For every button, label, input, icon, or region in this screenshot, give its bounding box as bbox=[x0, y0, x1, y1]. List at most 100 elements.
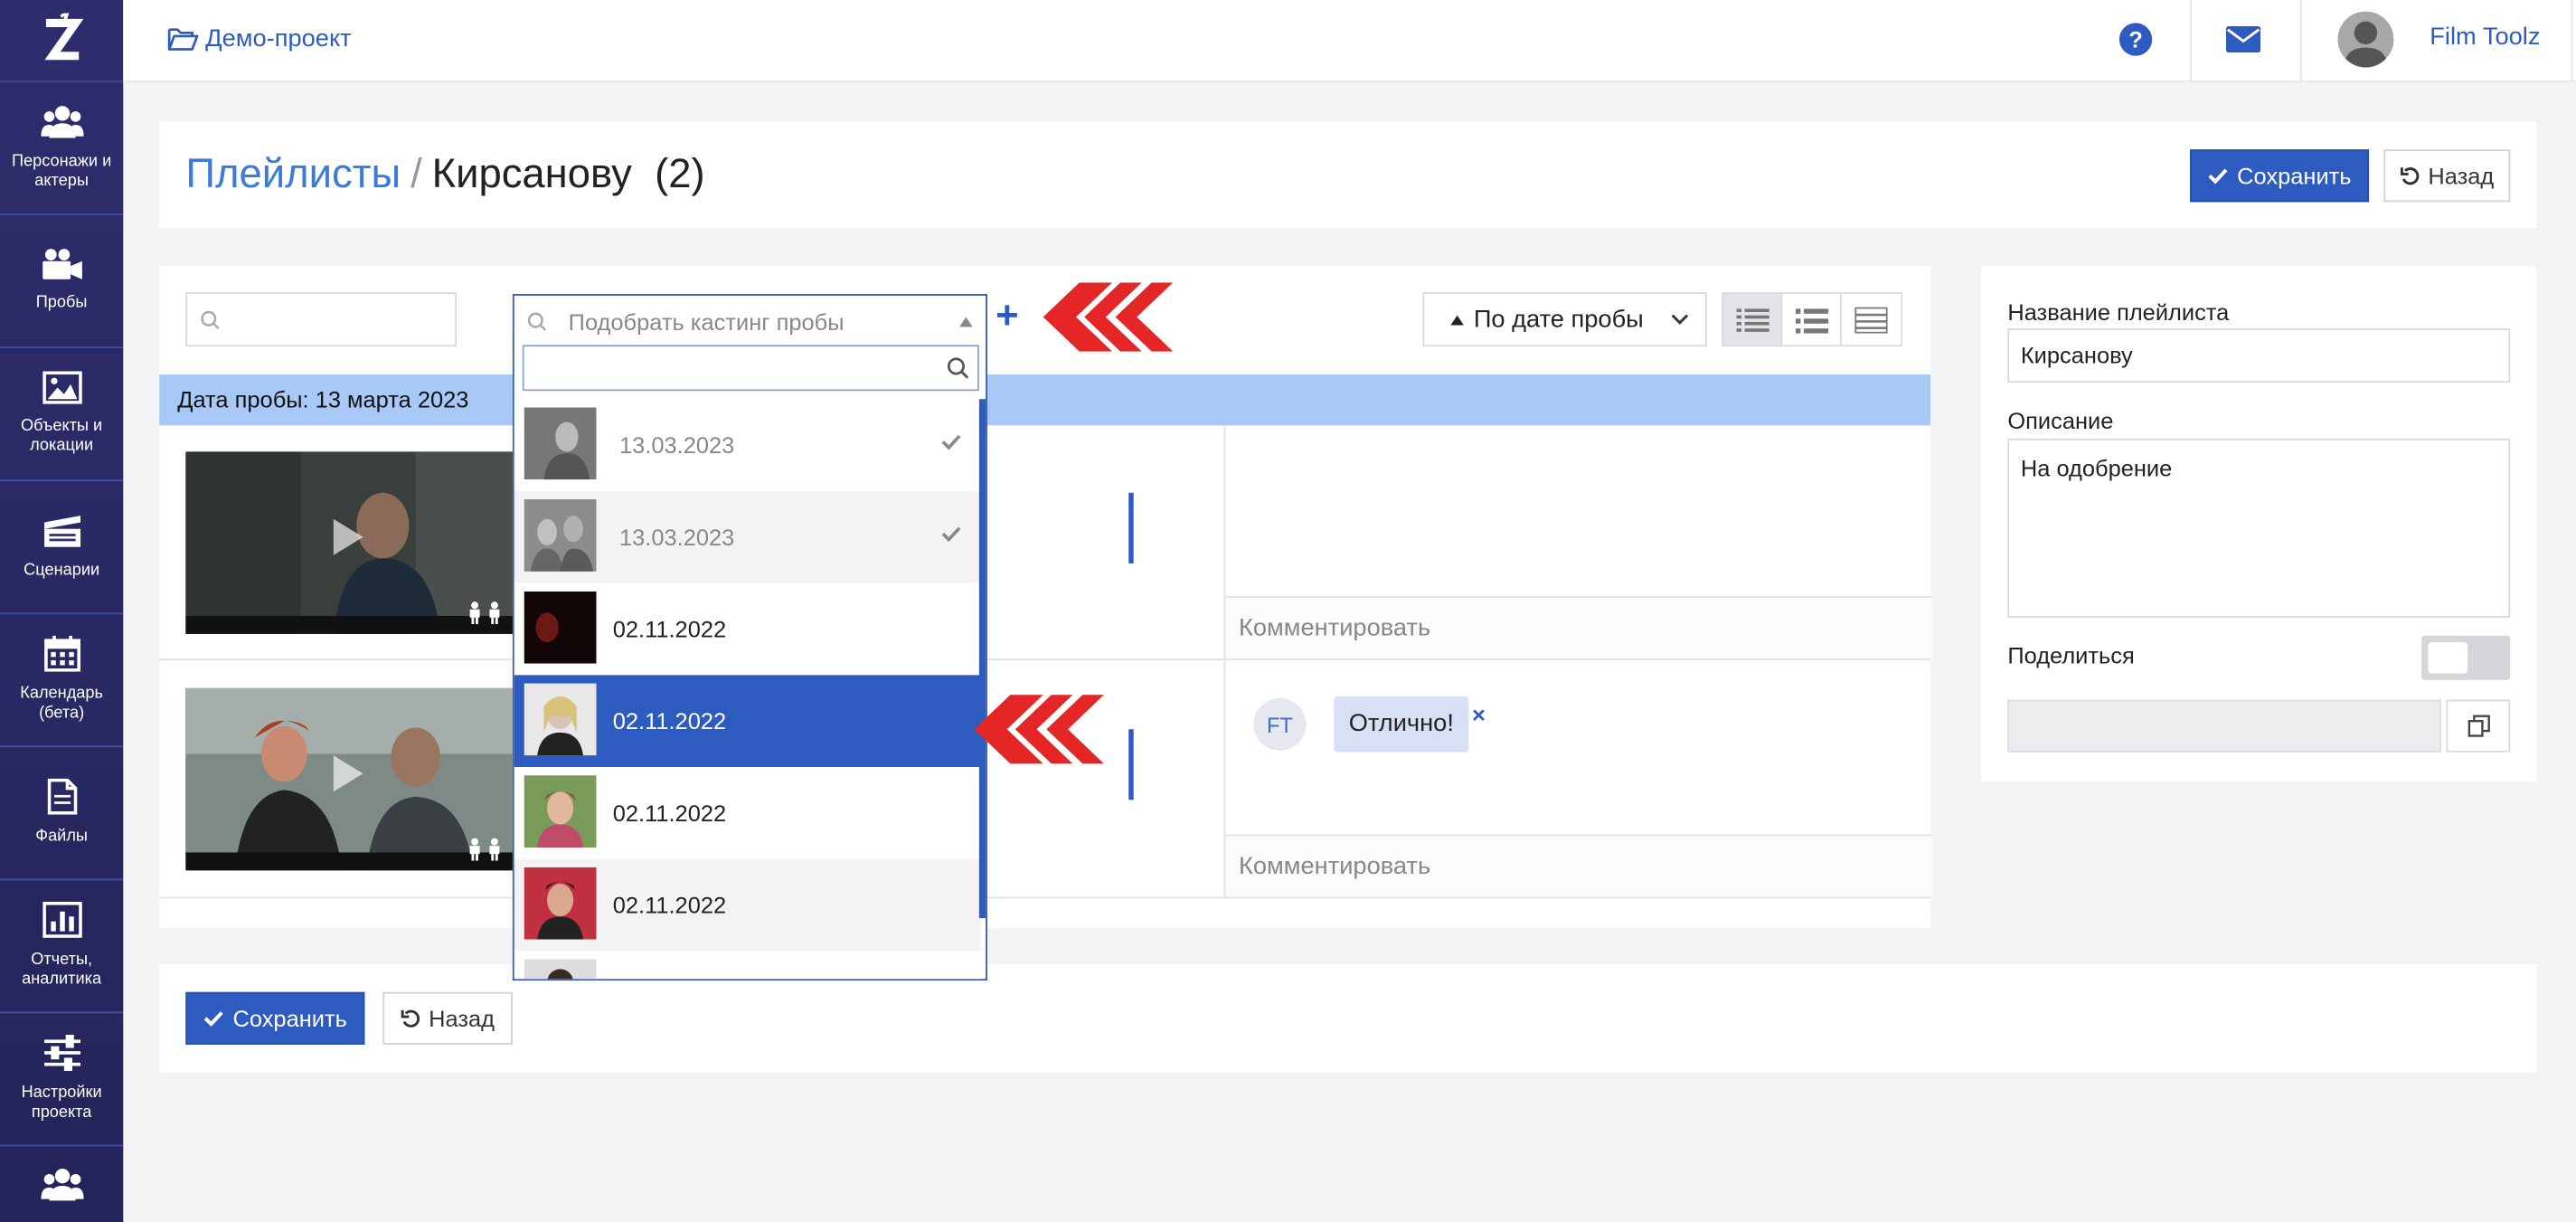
sliders-icon bbox=[43, 1034, 80, 1071]
sidebar-item-files[interactable]: Файлы bbox=[0, 747, 124, 881]
add-casting-button[interactable]: + bbox=[995, 297, 1018, 337]
breadcrumb-playlists-link[interactable]: Плейлисты bbox=[185, 151, 401, 197]
avatar[interactable] bbox=[2337, 11, 2394, 68]
back-button-label: Назад bbox=[429, 1005, 495, 1032]
share-toggle[interactable] bbox=[2421, 635, 2511, 680]
sidebar-item-label: Объекты и локации bbox=[21, 417, 103, 455]
messages-button[interactable] bbox=[2225, 26, 2261, 61]
option-date: 13.03.2023 bbox=[618, 524, 735, 551]
option-date: 02.11.2022 bbox=[612, 707, 727, 734]
search-icon bbox=[201, 310, 220, 330]
sidebar-item-locations[interactable]: Объекты и локации bbox=[0, 348, 124, 482]
username[interactable]: Film Toolz bbox=[2430, 23, 2540, 51]
dropdown-option[interactable]: 02.11.2022 bbox=[514, 583, 981, 676]
comments-column: Комментировать bbox=[1223, 425, 1932, 660]
sidebar-item-reports[interactable]: Отчеты, аналитика bbox=[0, 880, 124, 1014]
sidebar-item-label: Персонажи и актеры bbox=[11, 152, 112, 191]
folder-open-icon bbox=[167, 28, 199, 51]
sidebar-item-characters[interactable]: Персонажи и актеры bbox=[0, 82, 124, 215]
project-link[interactable]: Демо-проект bbox=[167, 24, 352, 53]
sidebar-item-auditions[interactable]: Пробы bbox=[0, 215, 124, 348]
dropdown-option[interactable]: 13.03.2023 bbox=[514, 399, 981, 491]
thumbnail-image bbox=[524, 499, 597, 572]
dropdown-option[interactable]: 02.11.2022 bbox=[514, 767, 981, 859]
sidebar-item-team[interactable] bbox=[0, 1146, 123, 1222]
thumbnail-image bbox=[524, 407, 597, 480]
dropdown-search-input[interactable] bbox=[522, 345, 979, 392]
option-date: 13.03.2023 bbox=[618, 431, 735, 459]
copy-link-button[interactable] bbox=[2446, 699, 2511, 753]
thumbnail-image bbox=[524, 959, 597, 980]
undo-icon bbox=[401, 1009, 420, 1028]
svg-text:?: ? bbox=[2128, 28, 2143, 53]
chevron-down-icon bbox=[1671, 314, 1689, 325]
video-thumbnail[interactable] bbox=[185, 451, 514, 634]
share-label: Поделиться bbox=[2007, 642, 2135, 669]
playlist-name-input[interactable]: Кирсанову bbox=[2007, 328, 2511, 384]
project-name: Демо-проект bbox=[205, 24, 352, 53]
sidebar-item-label: Сценарии bbox=[24, 562, 100, 580]
sidebar-item-label: Пробы bbox=[35, 294, 88, 313]
delete-comment-button[interactable]: × bbox=[1472, 701, 1486, 727]
list-icon bbox=[1795, 308, 1828, 333]
view-list-button[interactable] bbox=[1782, 294, 1842, 346]
save-button-label: Сохранить bbox=[2237, 162, 2352, 189]
option-date: 02.11.2022 bbox=[612, 615, 727, 643]
option-thumbnail bbox=[524, 683, 597, 756]
sidebar-item-label: Файлы bbox=[35, 828, 89, 847]
check-icon bbox=[941, 434, 961, 450]
sidebar-item-label: Календарь (бета) bbox=[20, 685, 103, 723]
drag-handle[interactable] bbox=[1128, 729, 1134, 800]
casting-select-placeholder: Подобрать кастинг пробы bbox=[568, 308, 845, 336]
view-list-compact-button[interactable] bbox=[1722, 294, 1783, 346]
view-mode-toggle bbox=[1722, 292, 1903, 347]
option-date: 02.11.2022 bbox=[612, 800, 727, 827]
playlist-settings-panel: Название плейлиста Кирсанову Описание На… bbox=[1981, 266, 2537, 782]
dropdown-option-highlighted[interactable]: 02.11.2022 bbox=[514, 675, 981, 768]
footer-save-button[interactable]: Сохранить bbox=[185, 991, 365, 1045]
search-input[interactable] bbox=[185, 292, 458, 347]
help-button[interactable]: ? bbox=[2118, 23, 2153, 63]
save-button[interactable]: Сохранить bbox=[2190, 149, 2370, 203]
dropdown-scrollbar[interactable] bbox=[978, 399, 986, 919]
drag-handle[interactable] bbox=[1128, 492, 1134, 564]
sidebar-item-calendar[interactable]: Календарь (бета) bbox=[0, 614, 124, 748]
sort-up-icon bbox=[1450, 314, 1464, 325]
two-people-icon bbox=[469, 838, 500, 861]
back-button[interactable]: Назад bbox=[2383, 149, 2511, 203]
divider bbox=[2571, 0, 2573, 82]
search-icon bbox=[527, 312, 547, 331]
users-icon bbox=[40, 1168, 83, 1201]
dropdown-option[interactable]: 02.11.2022 bbox=[514, 858, 981, 952]
users-icon bbox=[40, 106, 83, 138]
play-icon[interactable] bbox=[324, 751, 370, 797]
footer-back-button[interactable]: Назад bbox=[382, 991, 513, 1045]
option-thumbnail bbox=[524, 499, 597, 572]
user-avatar-icon bbox=[2337, 11, 2394, 68]
play-icon[interactable] bbox=[324, 514, 370, 560]
option-thumbnail bbox=[524, 867, 597, 940]
save-button-label: Сохранить bbox=[232, 1005, 347, 1032]
sidebar-item-scripts[interactable]: Сценарии bbox=[0, 481, 124, 615]
comment-input[interactable]: Комментировать bbox=[1225, 834, 1932, 897]
option-thumbnail bbox=[524, 407, 597, 480]
share-link-input[interactable] bbox=[2007, 699, 2442, 753]
copy-icon bbox=[2467, 715, 2489, 737]
dropdown-option[interactable]: 13.03.2023 bbox=[514, 490, 981, 583]
check-icon bbox=[941, 526, 961, 543]
back-button-label: Назад bbox=[2428, 162, 2495, 189]
check-icon bbox=[203, 1011, 223, 1027]
table-row: Комментировать bbox=[159, 425, 1932, 660]
dropdown-option-partial[interactable] bbox=[514, 951, 981, 980]
video-thumbnail[interactable] bbox=[185, 687, 514, 871]
sort-select[interactable]: По дате пробы bbox=[1422, 292, 1707, 347]
view-table-button[interactable] bbox=[1841, 294, 1901, 346]
description-textarea[interactable]: На одобрение bbox=[2007, 438, 2511, 618]
page-title: Кирсанову (2) bbox=[431, 151, 705, 197]
app-logo[interactable] bbox=[0, 0, 124, 82]
sidebar-item-label: Отчеты, аналитика bbox=[22, 951, 102, 990]
sidebar-item-settings[interactable]: Настройки проекта bbox=[0, 1013, 124, 1147]
comment-input[interactable]: Комментировать bbox=[1225, 596, 1932, 659]
playlist-items-panel: + По дате пробы Дата пробы: 13 марта 202… bbox=[159, 266, 1932, 928]
envelope-icon bbox=[2225, 26, 2261, 53]
